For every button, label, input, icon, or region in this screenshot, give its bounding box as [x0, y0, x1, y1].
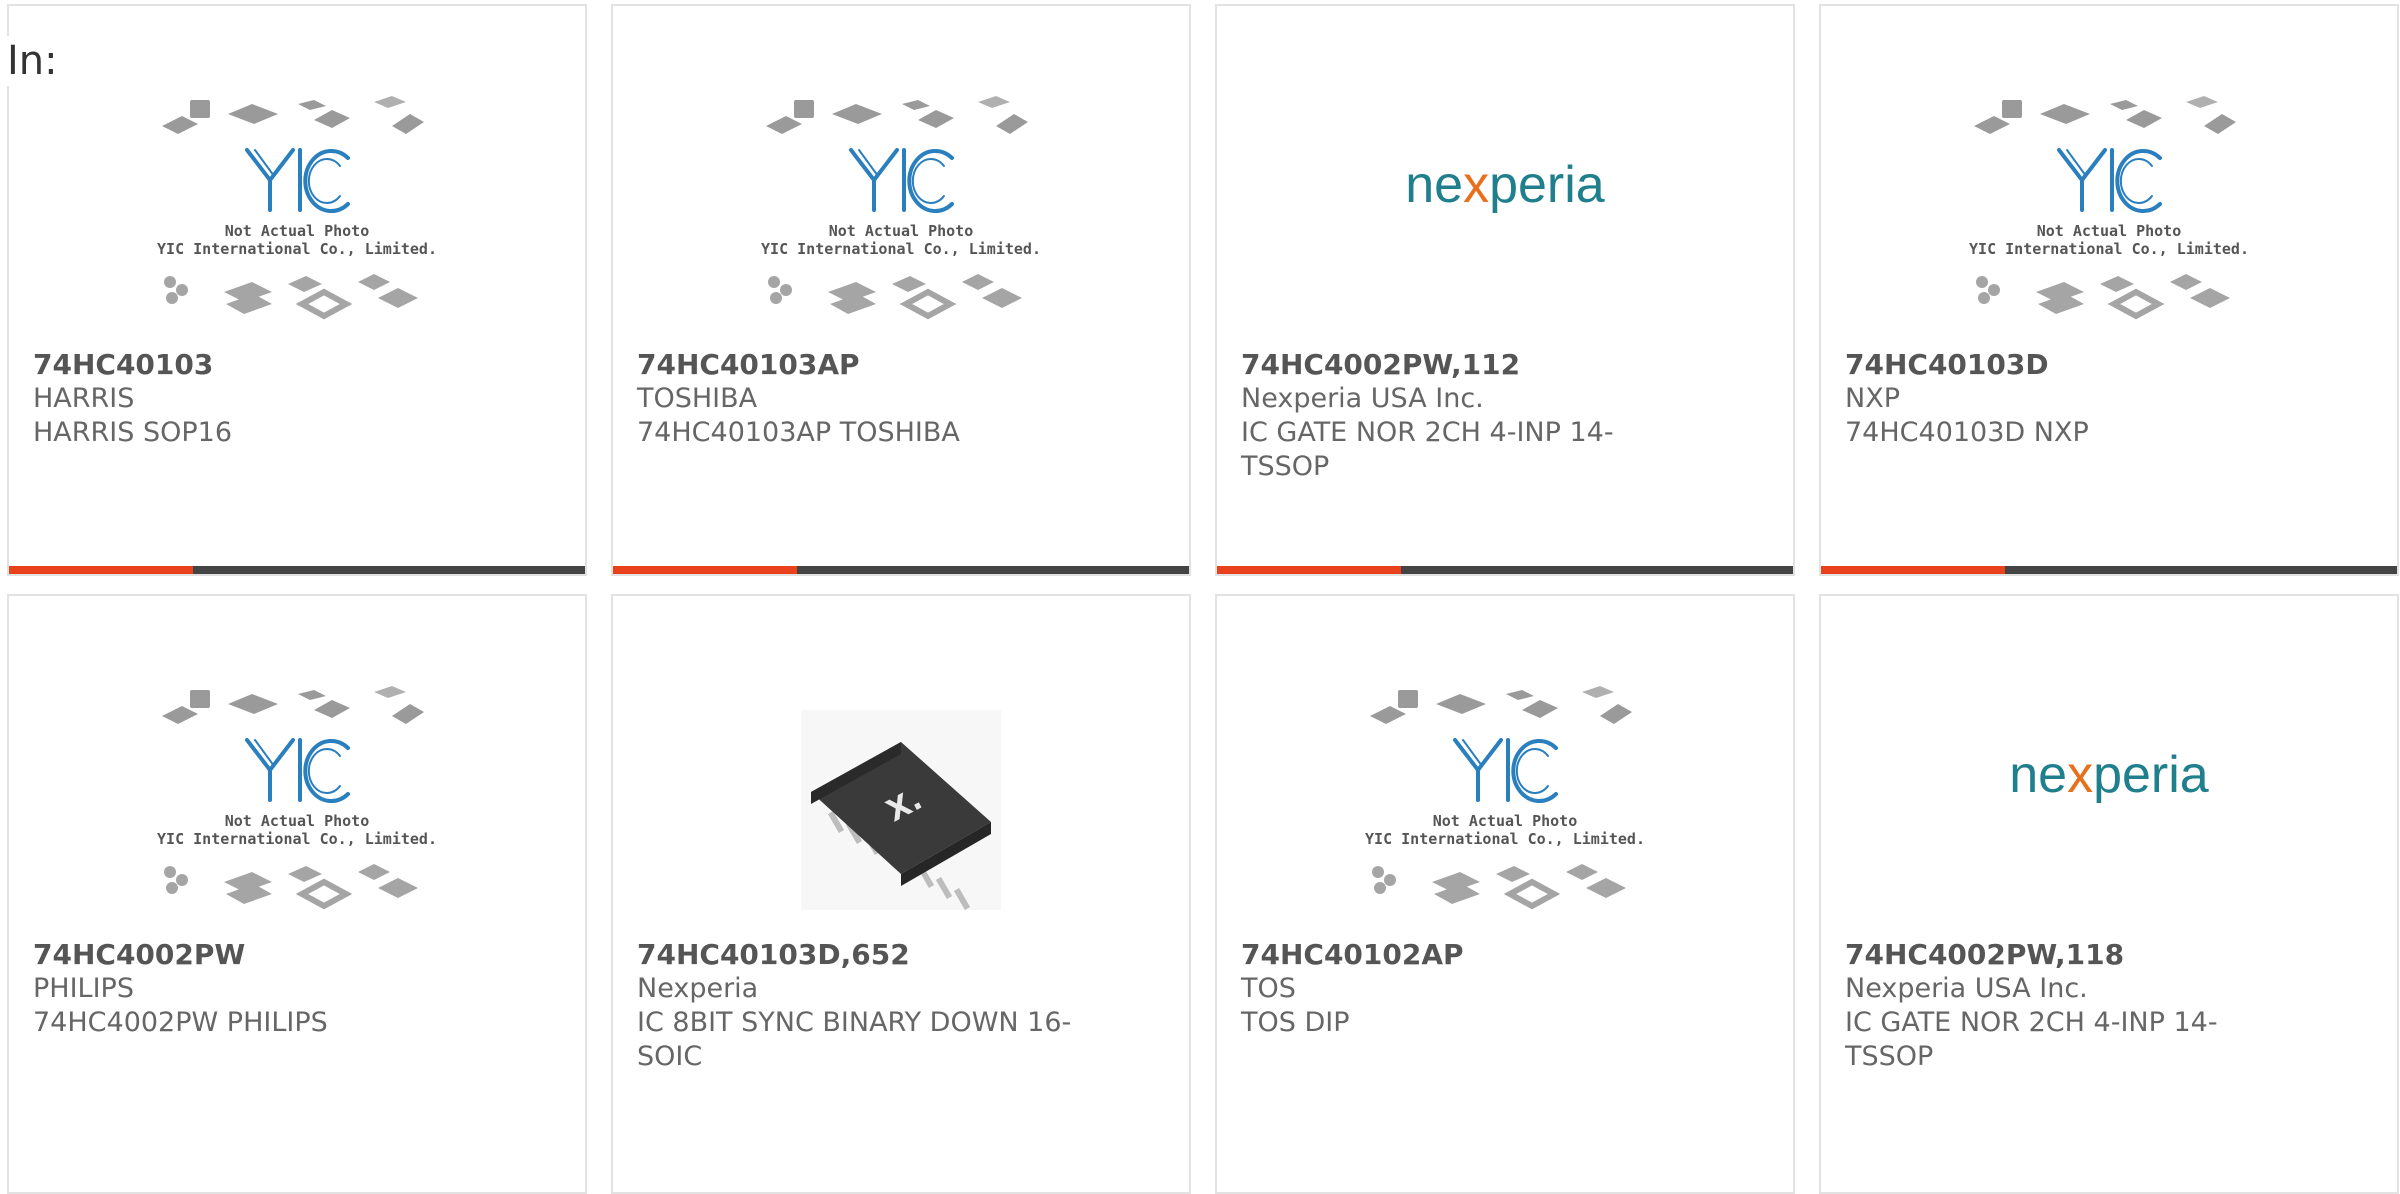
description-cont: TSSOP — [1241, 451, 1330, 482]
yic-placeholder-image: Not Actual Photo YIC International Co., … — [1365, 686, 1645, 910]
placeholder-line2: YIC International Co., Limited. — [157, 830, 437, 848]
product-info: 74HC40103D,652 Nexperia IC 8BIT SYNC BINAR… — [637, 938, 1077, 1074]
product-info: 74HC40103AP TOSHIBA 74HC40103AP TOSHIBA — [637, 348, 1077, 450]
card-accent-bar — [613, 566, 797, 574]
manufacturer: HARRIS — [33, 383, 135, 414]
product-image[interactable]: Not Actual Photo YIC International Co., … — [613, 92, 1189, 354]
yic-placeholder-image: Not Actual Photo YIC International Co., … — [157, 686, 437, 910]
placeholder-line2: YIC International Co., Limited. — [157, 240, 437, 258]
card-accent-bar — [1821, 566, 2005, 574]
filter-label: In: — [7, 36, 64, 86]
description: IC GATE NOR 2CH 4-INP 14- — [1845, 1007, 2218, 1038]
yic-placeholder-image: Not Actual Photo YIC International Co., … — [157, 96, 437, 320]
card-accent-bar — [9, 566, 193, 574]
description: HARRIS SOP16 — [33, 417, 233, 448]
product-info: 74HC4002PW PHILIPS 74HC4002PW PHILIPS — [33, 938, 473, 1040]
product-image[interactable]: nexperia — [1821, 682, 2397, 944]
part-number-link[interactable]: 74HC40102AP — [1241, 938, 1681, 972]
placeholder-line2: YIC International Co., Limited. — [1969, 240, 2249, 258]
manufacturer: Nexperia — [637, 973, 759, 1004]
part-number-link[interactable]: 74HC4002PW — [33, 938, 473, 972]
product-card[interactable]: nexperia 74HC4002PW,118 Nexperia USA Inc.… — [1819, 594, 2399, 1194]
soic-chip-photo: X. — [801, 710, 1001, 911]
product-info: 74HC40103D NXP 74HC40103D NXP — [1845, 348, 2285, 450]
manufacturer: Nexperia USA Inc. — [1845, 973, 2088, 1004]
card-accent-bar — [1217, 566, 1401, 574]
card-bottom-bar — [1217, 566, 1793, 574]
product-card[interactable]: Not Actual Photo YIC International Co., … — [7, 4, 587, 576]
product-image[interactable]: Not Actual Photo YIC International Co., … — [1821, 92, 2397, 354]
description: IC GATE NOR 2CH 4-INP 14- — [1241, 417, 1614, 448]
description: IC 8BIT SYNC BINARY DOWN 16- — [637, 1007, 1072, 1038]
logo-text-a: ne — [1405, 156, 1463, 214]
product-card[interactable]: Not Actual Photo YIC International Co., … — [611, 4, 1191, 576]
logo-text-c: peria — [1489, 156, 1605, 214]
product-info: 74HC4002PW,118 Nexperia USA Inc. IC GATE N… — [1845, 938, 2285, 1074]
part-number-link[interactable]: 74HC40103D,652 — [637, 938, 1077, 972]
part-number-link[interactable]: 74HC40103 — [33, 348, 473, 382]
placeholder-line2: YIC International Co., Limited. — [1365, 830, 1645, 848]
placeholder-line1: Not Actual Photo — [225, 222, 370, 240]
description: 74HC40103D NXP — [1845, 417, 2089, 448]
logo-text-c: peria — [2093, 746, 2209, 804]
product-card[interactable]: nexperia 74HC4002PW,112 Nexperia USA Inc.… — [1215, 4, 1795, 576]
product-info: 74HC40103 HARRIS HARRIS SOP16 — [33, 348, 473, 450]
logo-text-a: ne — [2009, 746, 2067, 804]
part-number-link[interactable]: 74HC40103D — [1845, 348, 2285, 382]
placeholder-line1: Not Actual Photo — [2037, 222, 2182, 240]
part-number-link[interactable]: 74HC40103AP — [637, 348, 1077, 382]
description: 74HC4002PW PHILIPS — [33, 1007, 328, 1038]
yic-placeholder-image: Not Actual Photo YIC International Co., … — [1969, 96, 2249, 320]
placeholder-line2: YIC International Co., Limited. — [761, 240, 1041, 258]
product-info: 74HC40102AP TOS TOS DIP — [1241, 938, 1681, 1040]
manufacturer: Nexperia USA Inc. — [1241, 383, 1484, 414]
part-number-link[interactable]: 74HC4002PW,118 — [1845, 938, 2285, 972]
product-info: 74HC4002PW,112 Nexperia USA Inc. IC GATE N… — [1241, 348, 1681, 484]
product-card[interactable]: Not Actual Photo YIC International Co., … — [1819, 4, 2399, 576]
description-cont: SOIC — [637, 1041, 703, 1072]
product-image[interactable]: X. — [613, 682, 1189, 944]
product-card[interactable]: Not Actual Photo YIC International Co., … — [1215, 594, 1795, 1194]
product-image[interactable]: Not Actual Photo YIC International Co., … — [9, 682, 585, 944]
placeholder-line1: Not Actual Photo — [225, 812, 370, 830]
product-grid: In: Not Actual Photo YIC International C… — [0, 0, 2400, 1194]
description-cont: TSSOP — [1845, 1041, 1934, 1072]
product-image[interactable]: Not Actual Photo YIC International Co., … — [1217, 682, 1793, 944]
part-number-link[interactable]: 74HC4002PW,112 — [1241, 348, 1681, 382]
placeholder-line1: Not Actual Photo — [1433, 812, 1578, 830]
product-image[interactable]: nexperia — [1217, 92, 1793, 354]
description: TOS DIP — [1241, 1007, 1350, 1038]
nexperia-logo-image: nexperia — [1405, 156, 1605, 214]
placeholder-line1: Not Actual Photo — [829, 222, 974, 240]
svg-text:nexperia: nexperia — [2009, 746, 2209, 804]
card-bottom-bar — [1821, 566, 2397, 574]
manufacturer: NXP — [1845, 383, 1900, 414]
yic-placeholder-image: Not Actual Photo YIC International Co., … — [761, 96, 1041, 320]
card-bottom-bar — [9, 566, 585, 574]
logo-text-b: x — [2067, 746, 2093, 804]
manufacturer: TOSHIBA — [637, 383, 758, 414]
product-card[interactable]: X. 74HC40103D,652 Nexperia IC 8BIT SYNC BI… — [611, 594, 1191, 1194]
card-bottom-bar — [613, 566, 1189, 574]
product-image[interactable]: Not Actual Photo YIC International Co., … — [9, 92, 585, 354]
manufacturer: TOS — [1241, 973, 1296, 1004]
nexperia-logo-image: nexperia — [2009, 746, 2209, 804]
manufacturer: PHILIPS — [33, 973, 134, 1004]
svg-text:nexperia: nexperia — [1405, 156, 1605, 214]
description: 74HC40103AP TOSHIBA — [637, 417, 960, 448]
logo-text-b: x — [1463, 156, 1489, 214]
product-card[interactable]: Not Actual Photo YIC International Co., … — [7, 594, 587, 1194]
